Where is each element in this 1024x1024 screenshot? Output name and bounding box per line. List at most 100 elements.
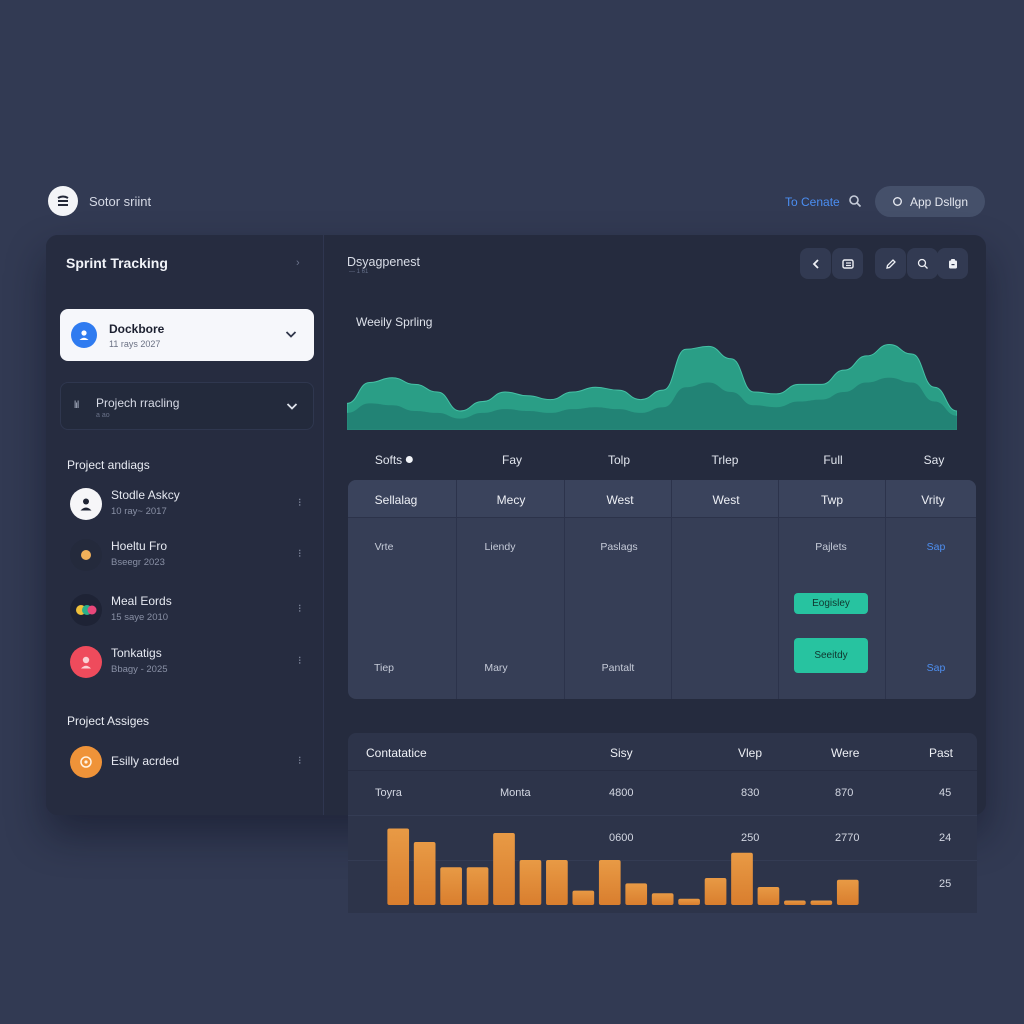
sidebar: Sprint Tracking › Dockbore 11 rays 2027 … [46, 235, 324, 815]
back-button[interactable] [800, 248, 831, 279]
avatar [70, 646, 102, 678]
app-design-button[interactable]: App Dsllgn [875, 186, 985, 217]
bar [625, 883, 648, 905]
emoji-icon [81, 550, 91, 560]
bar [493, 833, 515, 905]
table-cell[interactable]: Liendy [485, 541, 516, 553]
more-icon[interactable]: ⁝ [298, 754, 302, 767]
stats-panel: Contatatice Sisy Vlep Were Past Toyra Mo… [348, 733, 977, 913]
user-icon [81, 656, 91, 669]
column-header: Vrity [921, 493, 945, 507]
bar [413, 842, 436, 905]
list-item[interactable]: Meal Eords 15 saye 2010 ⁝ [70, 591, 306, 629]
page-subtitle: — 1 61 [349, 269, 369, 275]
bar [572, 890, 595, 905]
column-divider [885, 480, 886, 699]
project-date: 10 ray~ 2017 [111, 506, 167, 517]
weekly-area-chart [347, 343, 957, 430]
list-button[interactable] [832, 248, 863, 279]
workspace-name: Dockbore [109, 322, 165, 336]
day-label[interactable]: Say [924, 453, 945, 467]
column-header: Mecy [496, 493, 526, 507]
table-link[interactable]: Sap [927, 662, 946, 674]
status-badge[interactable]: Seeitdy [794, 638, 868, 673]
tag-button[interactable] [907, 248, 938, 279]
brand[interactable]: Sotor sriint [48, 186, 151, 216]
bar [836, 879, 859, 905]
column-header: West [606, 493, 634, 507]
project-tracking-sub: a ao [96, 412, 110, 419]
section-heading: Project Assiges [67, 714, 150, 728]
more-icon[interactable]: ⁝ [298, 547, 302, 560]
user-icon [80, 498, 92, 511]
search-icon[interactable] [848, 194, 862, 208]
column-divider [671, 480, 672, 699]
stat-value: 45 [939, 787, 952, 799]
app-design-label: App Dsllgn [909, 194, 969, 209]
list-item[interactable]: Tonkatigs Bbagy - 2025 ⁝ [70, 643, 306, 681]
column-header: Past [929, 746, 954, 760]
table-cell[interactable]: Pajlets [815, 541, 847, 553]
column-divider [456, 480, 457, 699]
clipboard-button[interactable] [937, 248, 968, 279]
table-cell[interactable]: Tiep [374, 662, 394, 674]
avatar [70, 746, 102, 778]
day-label[interactable]: Full [823, 453, 842, 467]
table-cell[interactable]: Mary [484, 662, 507, 674]
bar [466, 867, 489, 905]
column-divider [564, 480, 565, 699]
collapse-icon[interactable]: › [296, 257, 300, 269]
list-item[interactable]: Hoeltu Fro Bseegr 2023 ⁝ [70, 536, 306, 574]
section-heading: Project andiags [67, 458, 150, 472]
column-header: Sisy [610, 746, 633, 760]
column-header: Sellalag [374, 493, 418, 507]
chevron-down-icon [286, 403, 298, 410]
day-label[interactable]: Fay [502, 453, 522, 467]
list-item[interactable]: Stodle Askcy 10 ray~ 2017 ⁝ [70, 485, 306, 523]
project-tracking-selector[interactable]: lıl Projech rracling a ao [60, 382, 314, 430]
more-icon[interactable]: ⁝ [298, 602, 302, 615]
status-badge[interactable]: Eogisley [794, 593, 868, 614]
workspace-date: 11 rays 2027 [109, 339, 161, 349]
avatar [70, 539, 102, 571]
column-header: Contatatice [366, 746, 427, 760]
bar [731, 852, 753, 905]
project-date: 15 saye 2010 [111, 612, 169, 623]
stat-value: Toyra [375, 787, 402, 799]
stat-value: 830 [741, 787, 760, 799]
table-cell[interactable]: Pantalt [602, 662, 635, 674]
edit-button[interactable] [875, 248, 906, 279]
stat-value: Monta [500, 787, 531, 799]
top-bar: Sotor sriint To Cenate App Dsllgn [48, 186, 985, 218]
bar [784, 900, 806, 905]
table-cell[interactable]: Vrte [375, 541, 394, 553]
day-label[interactable]: Tolp [608, 453, 630, 467]
day-label[interactable]: Softs [375, 453, 414, 467]
more-icon[interactable]: ⁝ [298, 496, 302, 509]
column-divider [778, 480, 779, 699]
list-item[interactable]: Esilly acrded ⁝ [70, 743, 306, 781]
avatar [70, 594, 102, 626]
user-icon [71, 322, 97, 348]
brand-name: Sotor sriint [89, 193, 152, 209]
bar-chart [387, 828, 859, 905]
chevron-down-icon [285, 331, 297, 338]
project-date: Bbagy - 2025 [111, 664, 168, 675]
column-header: Vlep [738, 746, 763, 760]
stat-value: 25 [939, 878, 952, 890]
avatar [70, 488, 102, 520]
days-row: Softs Fay Tolp Trlep Full Say [347, 453, 977, 473]
bar [810, 900, 833, 905]
project-name: Meal Eords [111, 594, 172, 608]
bar [651, 893, 674, 905]
table-cell[interactable]: Paslags [600, 541, 637, 553]
more-icon[interactable]: ⁝ [298, 654, 302, 667]
workspace-selector[interactable]: Dockbore 11 rays 2027 [60, 309, 314, 361]
day-label[interactable]: Trlep [712, 453, 739, 467]
project-name: Tonkatigs [111, 646, 162, 660]
table-link[interactable]: Sap [927, 541, 946, 553]
sidebar-title: Sprint Tracking [66, 255, 168, 271]
create-link[interactable]: To Cenate [785, 195, 840, 209]
bar [757, 887, 780, 905]
tag-icon [917, 258, 928, 269]
